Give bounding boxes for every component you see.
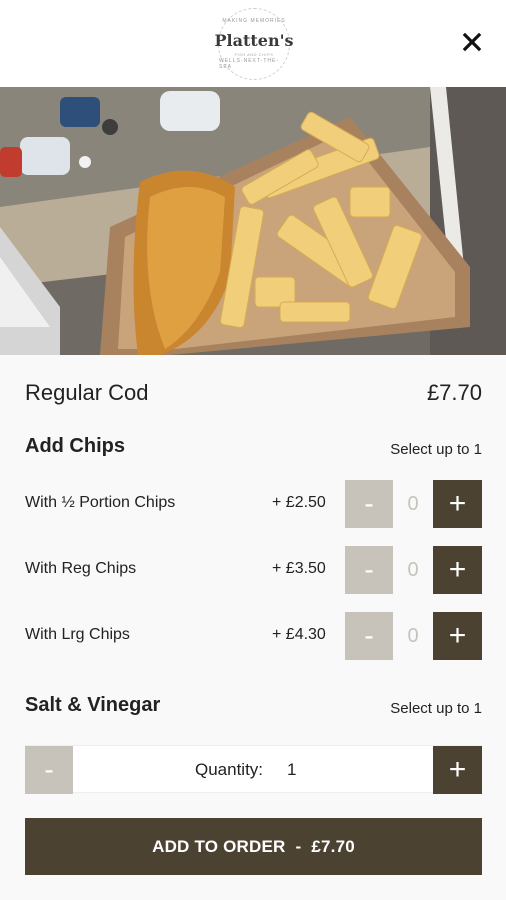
quantity-decrease-button[interactable]: - bbox=[25, 746, 73, 794]
section-title-chips: Add Chips bbox=[25, 435, 125, 457]
option-price: + £2.50 bbox=[272, 494, 326, 511]
increase-button[interactable]: + bbox=[433, 546, 482, 594]
quantity-label: Quantity: bbox=[195, 760, 264, 779]
item-details: Regular Cod £7.70 Add Chips Select up to… bbox=[0, 355, 506, 900]
option-row-half-chips: With ½ Portion Chips + £2.50 - 0 + bbox=[0, 480, 506, 528]
option-row-reg-chips: With Reg Chips + £3.50 - 0 + bbox=[0, 546, 506, 594]
section-title-salt: Salt & Vinegar bbox=[25, 694, 161, 716]
fish-and-chips-image bbox=[0, 87, 506, 355]
item-name: Regular Cod bbox=[25, 380, 149, 405]
product-photo bbox=[0, 87, 506, 355]
decrease-button[interactable]: - bbox=[345, 612, 393, 660]
logo-subtitle: FISH AND CHIPS bbox=[234, 52, 274, 57]
logo-tagline: MAKING MEMORIES bbox=[222, 18, 286, 24]
option-price: + £3.50 bbox=[272, 560, 326, 577]
add-to-order-price: £7.70 bbox=[311, 836, 355, 856]
increase-button[interactable]: + bbox=[433, 480, 482, 528]
section-note-salt: Select up to 1 bbox=[390, 700, 482, 717]
decrease-button[interactable]: - bbox=[345, 480, 393, 528]
decrease-button[interactable]: - bbox=[345, 546, 393, 594]
logo-location: WELLS-NEXT-THE-SEA bbox=[219, 58, 280, 70]
close-button[interactable] bbox=[458, 28, 486, 56]
option-row-lrg-chips: With Lrg Chips + £4.30 - 0 + bbox=[0, 612, 506, 660]
option-label: With Lrg Chips bbox=[25, 626, 130, 643]
option-label: With Reg Chips bbox=[25, 560, 137, 577]
quantity-increase-button[interactable]: + bbox=[433, 746, 482, 794]
header: MAKING MEMORIES Platten's FISH AND CHIPS… bbox=[0, 0, 506, 87]
logo-name: Platten's bbox=[214, 31, 294, 50]
quantity-value: 1 bbox=[287, 760, 297, 779]
quantity-stepper: - Quantity: 1 + bbox=[25, 745, 482, 794]
increase-button[interactable]: + bbox=[433, 612, 482, 660]
brand-logo: MAKING MEMORIES Platten's FISH AND CHIPS… bbox=[215, 8, 294, 80]
option-count: 0 bbox=[407, 492, 419, 515]
option-price: + £4.30 bbox=[272, 626, 326, 643]
option-label: With ½ Portion Chips bbox=[25, 494, 176, 511]
add-to-order-separator: - bbox=[295, 836, 302, 856]
section-note-chips: Select up to 1 bbox=[390, 441, 482, 458]
add-to-order-button[interactable]: ADD TO ORDER - £7.70 bbox=[25, 818, 482, 875]
option-count: 0 bbox=[407, 624, 419, 647]
option-count: 0 bbox=[407, 558, 419, 581]
item-price: £7.70 bbox=[426, 380, 482, 405]
close-icon bbox=[462, 32, 482, 52]
add-to-order-label: ADD TO ORDER bbox=[152, 836, 286, 856]
